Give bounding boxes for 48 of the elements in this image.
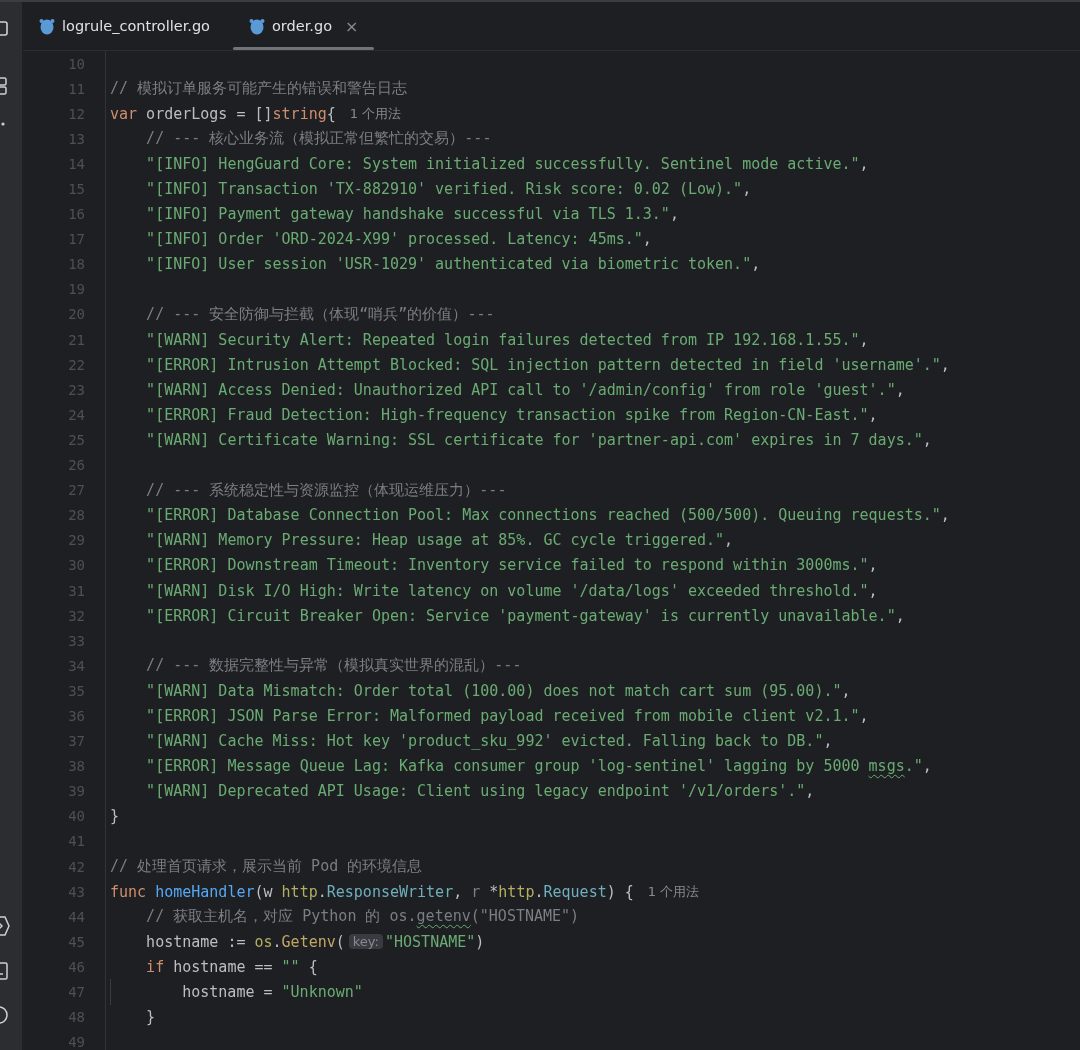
dot-icon[interactable]	[0, 121, 6, 127]
code-icon[interactable]	[0, 916, 10, 936]
code-line: // --- 核心业务流（模拟正常但繁忙的交易）---	[146, 129, 492, 149]
code-line: "[INFO] Payment gateway handshake successful via TLS 1.3.",	[146, 205, 679, 224]
code-line: "[WARN] Access Denied: Unauthorized API call to '/admin/config' from role 'guest'.",	[146, 380, 905, 399]
code-line: "[ERROR] Message Queue Lag: Kafka consumer group 'log-sentinel' lagging by 5000 msgs.",	[146, 757, 932, 776]
grid-icon[interactable]	[0, 77, 9, 95]
terminal-icon[interactable]	[0, 962, 9, 980]
code-line: "[INFO] User session 'USR-1029' authenticated via biometric token.",	[146, 255, 761, 274]
code-line: "[ERROR] Downstream Timeout: Inventory service failed to respond within 3000ms.",	[146, 556, 878, 575]
code-line: // 处理首页请求，展示当前 Pod 的环境信息	[110, 857, 423, 877]
code-line: "HOSTNAME")	[385, 932, 485, 951]
code-line: // 获取主机名，对应 Python 的 os.getenv("HOSTNAME")	[146, 907, 580, 927]
code-line: }	[110, 807, 120, 826]
code-line: "[WARN] Deprecated API Usage: Client using legacy endpoint '/v1/orders'.",	[146, 782, 815, 801]
code-line: "[INFO] Order 'ORD-2024-X99' processed. Latency: 45ms.",	[146, 230, 652, 249]
file-tab[interactable]: order.go ×	[233, 2, 375, 50]
code-line: "[ERROR] Intrusion Attempt Blocked: SQL injection pattern detected in field 'username'.",	[146, 355, 950, 374]
code-line: // --- 安全防御与拦截（体现“哨兵”的价值）---	[146, 305, 495, 324]
code-line: }	[146, 1008, 156, 1027]
file-tab[interactable]: logrule_controller.go	[23, 2, 233, 50]
code-line: "[WARN] Certificate Warning: SSL certificate for 'partner-api.com' expires in 7 days.",	[146, 430, 932, 449]
code-line: "[WARN] Memory Pressure: Heap usage at 85%. GC cycle triggered.",	[146, 531, 734, 550]
code-line: "[ERROR] JSON Parse Error: Malformed payload received from mobile client v2.1.",	[146, 707, 869, 725]
code-line: hostname = "Unknown"	[182, 983, 363, 1001]
code-line: // 模拟订单服务可能产生的错误和警告日志	[110, 79, 408, 99]
parameter-hint: key:	[348, 934, 383, 950]
code-line: "[WARN] Data Mismatch: Order total (100.00) does not match cart sum (95.00).",	[146, 681, 851, 700]
code-line: "[WARN] Security Alert: Repeated login failures detected from IP 192.168.1.55.",	[146, 330, 869, 349]
code-line: // --- 系统稳定性与资源监控（体现运维压力）---	[146, 480, 507, 500]
code-line: "[ERROR] Database Connection Pool: Max connections reached (500/500). Queuing requests.",	[146, 506, 950, 525]
code-line: "[INFO] HengGuard Core: System initialized successfully. Sentinel mode active.",	[146, 154, 869, 173]
code-line: "[WARN] Cache Miss: Hot key 'product_sku_992' evicted. Falling back to DB.",	[146, 732, 833, 751]
code-line: "[ERROR] Fraud Detection: High-frequency transaction spike from Region-CN-East.",	[146, 405, 878, 424]
file-icon	[39, 17, 55, 35]
code-line: var orderLogs = []string{	[110, 104, 336, 123]
code-line: hostname := os.Getenv(	[146, 932, 345, 951]
code-line: func homeHandler(w http.ResponseWriter, r *http.Request) {	[110, 882, 634, 901]
usage-hint[interactable]: 1 个用法	[647, 882, 700, 901]
panel-icon[interactable]	[0, 21, 9, 37]
file-icon	[249, 17, 265, 35]
code-line: "[WARN] Disk I/O High: Write latency on volume '/data/logs' exceeded threshold.",	[146, 581, 878, 600]
code-line: // --- 数据完整性与异常（模拟真实世界的混乱）---	[146, 656, 522, 676]
usage-hint[interactable]: 1 个用法	[349, 104, 402, 123]
code-line: "[INFO] Transaction 'TX-882910' verified. Risk score: 0.02 (Low).",	[146, 180, 752, 198]
code-line: "[ERROR] Circuit Breaker Open: Service 'payment-gateway' is currently unavailable.",	[146, 606, 905, 625]
close-button[interactable]: ×	[345, 16, 359, 36]
code-line: if hostname == "" {	[146, 957, 318, 976]
